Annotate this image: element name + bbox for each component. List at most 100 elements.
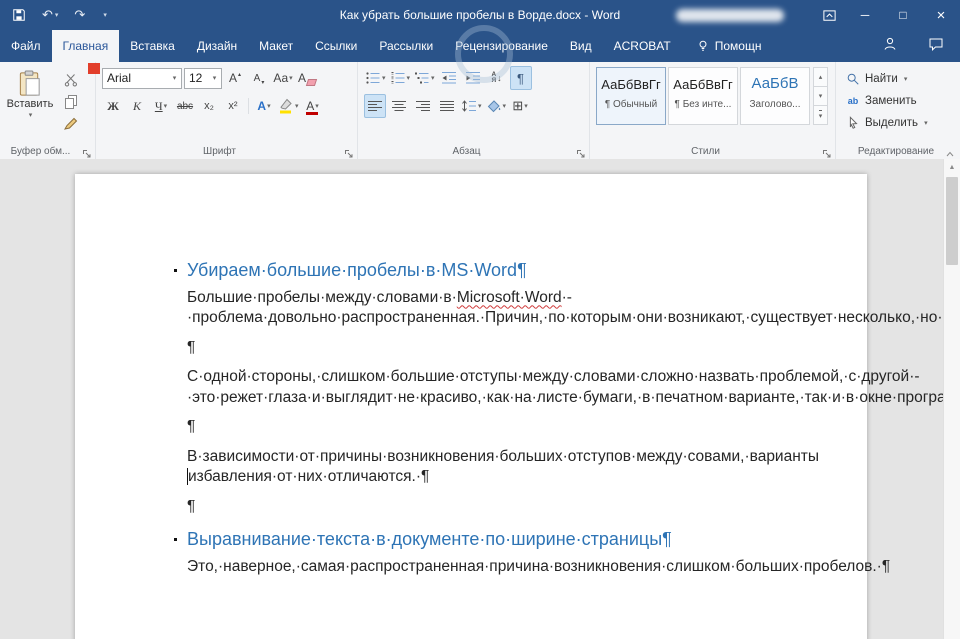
shrink-font-button[interactable]: А▾ [248,66,270,90]
highlight-button[interactable]: ▾ [277,94,300,118]
tab-Главная[interactable]: Главная [52,30,120,62]
heading-paragraph[interactable]: Выравнивание·текста·в·документе·по·ширин… [187,529,767,550]
tab-Рецензирование[interactable]: Рецензирование [444,30,559,62]
font-name-value: Arial [103,71,168,85]
dialog-launcher-icon [344,149,354,159]
pilcrow-mark: ¶ [187,339,195,356]
vertical-scrollbar[interactable]: ▲ [943,159,960,639]
pilcrow-mark: ¶ [517,260,527,280]
clipboard-dialog-launcher[interactable] [82,146,92,156]
font-name-dropdown-icon: ▾ [168,74,181,82]
scroll-up-button[interactable]: ▲ [944,159,960,175]
grow-font-button[interactable]: А▴ [224,66,246,90]
styles-scroll-up-button[interactable]: ▴ [813,67,828,87]
heading-paragraph[interactable]: Убираем·большие·пробелы·в·MS·Word¶ [187,260,767,281]
document-text: Убираем·большие·пробелы·в·MS·Word¶ Больши… [187,260,767,577]
change-case-button[interactable]: Аа▾ [272,66,294,90]
paragraph-dialog-launcher[interactable] [576,146,586,156]
font-size-combobox[interactable]: 12 ▾ [184,68,222,89]
clear-formatting-button[interactable]: А [296,66,318,90]
underline-button[interactable]: Ч▾ [150,94,172,118]
scrollbar-thumb[interactable] [946,177,958,265]
decrease-indent-button[interactable] [438,66,460,90]
styles-dialog-launcher[interactable] [822,146,832,156]
paste-button[interactable]: Вставить ▾ [2,64,58,133]
style-card[interactable]: АаБбВвГг¶ Без инте... [668,67,738,125]
strikethrough-button[interactable]: abc [174,94,196,118]
styles-more-icon: ▾ [819,110,823,120]
tabrow-right-icons [882,30,960,62]
paste-dropdown-icon: ▾ [29,111,33,119]
bold-button[interactable]: Ж [102,94,124,118]
ribbon-display-options-button[interactable] [812,0,846,30]
increase-indent-button[interactable] [462,66,484,90]
copy-button[interactable] [60,93,82,111]
italic-button[interactable]: К [126,94,148,118]
superscript-button[interactable]: х² [222,94,244,118]
paragraph[interactable]: В·зависимости·от·причины·возникновения·б… [187,447,767,488]
paragraph[interactable]: ¶ [187,338,767,359]
style-card[interactable]: АаБбВвГг¶ Обычный [596,67,666,125]
line-spacing-button[interactable]: ▾ [460,94,483,118]
styles-more-button[interactable]: ▾ [813,106,828,125]
text-effects-button[interactable]: А▾ [253,94,275,118]
numbered-list-icon [390,70,406,86]
comment-icon [928,36,944,52]
text-effects-dropdown-icon: ▾ [267,102,271,110]
find-button[interactable]: Найти ▾ [846,70,950,88]
show-formatting-marks-button[interactable]: ¶ [510,66,532,90]
tab-Файл[interactable]: Файл [0,30,52,62]
share-comments-button[interactable] [928,36,944,57]
tab-Вид[interactable]: Вид [559,30,603,62]
find-dropdown-icon: ▾ [904,75,908,83]
styles-scroll-down-button[interactable]: ▾ [813,87,828,106]
font-dialog-launcher[interactable] [344,146,354,156]
select-button[interactable]: Выделить ▾ [846,114,950,132]
tab-Рассылки[interactable]: Рассылки [368,30,444,62]
document-page[interactable]: Убираем·большие·пробелы·в·MS·Word¶ Больши… [75,174,867,639]
format-painter-button[interactable] [60,115,82,133]
align-right-button[interactable] [412,94,434,118]
justify-button[interactable] [436,94,458,118]
bullets-button[interactable]: ▾ [364,66,387,90]
tab-ACROBAT[interactable]: ACROBAT [603,30,682,62]
borders-button[interactable]: ⊞ ▾ [509,94,531,118]
minimize-button[interactable]: ─ [846,0,884,30]
tab-Макет[interactable]: Макет [248,30,304,62]
paragraph[interactable]: ¶ [187,497,767,518]
highlight-dropdown-icon: ▾ [295,102,299,110]
sort-button[interactable]: АЯ ↓ [486,66,508,90]
paragraph[interactable]: ¶ [187,417,767,438]
paragraph[interactable]: С·одной·стороны,·слишком·большие·отступы… [187,367,767,408]
style-name: ¶ Без инте... [669,99,737,110]
shading-button[interactable]: ▾ [485,94,508,118]
font-color-button[interactable]: А▾ [302,94,324,118]
sign-in-button[interactable] [882,36,898,57]
style-card[interactable]: АаБбВЗаголово... [740,67,810,125]
save-button[interactable] [12,8,26,22]
collapse-ribbon-button[interactable] [944,146,956,156]
close-button[interactable]: × [922,0,960,30]
redo-button[interactable]: ↷ [74,7,85,23]
numbering-button[interactable]: ▾ [389,66,412,90]
tell-me-assistant[interactable]: Помощн [686,30,772,62]
tab-Вставка[interactable]: Вставка [119,30,186,62]
paragraph[interactable]: Это,·наверное,·самая·распространенная·пр… [187,557,767,578]
align-center-button[interactable] [388,94,410,118]
cut-button[interactable] [60,71,82,89]
tab-Ссылки[interactable]: Ссылки [304,30,368,62]
qat-customize-button[interactable]: ▾ [103,11,107,19]
align-left-button[interactable] [364,94,386,118]
undo-button[interactable]: ↶ ▾ [42,7,58,23]
maximize-button[interactable]: □ [884,0,922,30]
paragraph-group: ▾ ▾ ▾ АЯ ↓ [358,62,590,159]
replace-button[interactable]: ab Заменить [846,92,950,110]
tab-Дизайн[interactable]: Дизайн [186,30,248,62]
paragraph[interactable]: Большие·пробелы·между·словами·в·Microsof… [187,288,767,329]
multilevel-list-button[interactable]: ▾ [413,66,436,90]
styles-group-label: Стили [590,146,821,157]
subscript-button[interactable]: х₂ [198,94,220,118]
chevron-up-icon [944,149,956,159]
font-name-combobox[interactable]: Arial ▾ [102,68,182,89]
shading-dropdown-icon: ▾ [503,102,507,110]
